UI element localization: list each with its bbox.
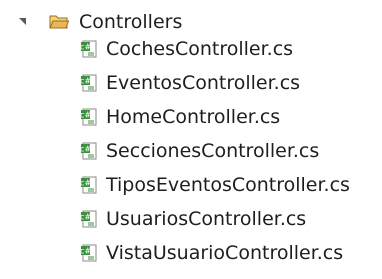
- tree-file-item[interactable]: c# VistaUsuarioController.cs: [0, 238, 382, 268]
- file-label: UsuariosController.cs: [106, 208, 307, 230]
- csharp-file-icon: c#: [80, 74, 97, 92]
- tree-folder-controllers[interactable]: Controllers: [0, 7, 382, 37]
- file-label: CochesController.cs: [106, 38, 294, 60]
- svg-text:c#: c#: [80, 213, 91, 222]
- file-label: TiposEventosController.cs: [106, 174, 350, 196]
- folder-label: Controllers: [79, 11, 183, 33]
- expander-chevron-down-icon[interactable]: [19, 18, 26, 25]
- tree-file-item[interactable]: c# CochesController.cs: [0, 34, 382, 64]
- svg-text:c#: c#: [80, 43, 91, 52]
- file-label: EventosController.cs: [106, 72, 301, 94]
- csharp-file-icon: c#: [80, 210, 97, 228]
- csharp-file-icon: c#: [80, 244, 97, 262]
- tree-file-item[interactable]: c# UsuariosController.cs: [0, 204, 382, 234]
- csharp-file-icon: c#: [80, 108, 97, 126]
- csharp-file-icon: c#: [80, 40, 97, 58]
- tree-file-item[interactable]: c# TiposEventosController.cs: [0, 170, 382, 200]
- svg-text:c#: c#: [80, 145, 91, 154]
- tree-file-item[interactable]: c# HomeController.cs: [0, 102, 382, 132]
- tree-file-item[interactable]: c# SeccionesController.cs: [0, 136, 382, 166]
- svg-text:c#: c#: [80, 179, 91, 188]
- svg-text:c#: c#: [80, 111, 91, 120]
- file-label: HomeController.cs: [106, 106, 281, 128]
- csharp-file-icon: c#: [80, 176, 97, 194]
- folder-open-icon: [49, 15, 69, 29]
- solution-explorer-tree: Controllers c# CochesController.cs c# Ev…: [0, 0, 382, 279]
- svg-text:c#: c#: [80, 77, 91, 86]
- file-label: VistaUsuarioController.cs: [106, 242, 344, 264]
- tree-file-item[interactable]: c# EventosController.cs: [0, 68, 382, 98]
- file-label: SeccionesController.cs: [106, 140, 320, 162]
- csharp-file-icon: c#: [80, 142, 97, 160]
- svg-text:c#: c#: [80, 247, 91, 256]
